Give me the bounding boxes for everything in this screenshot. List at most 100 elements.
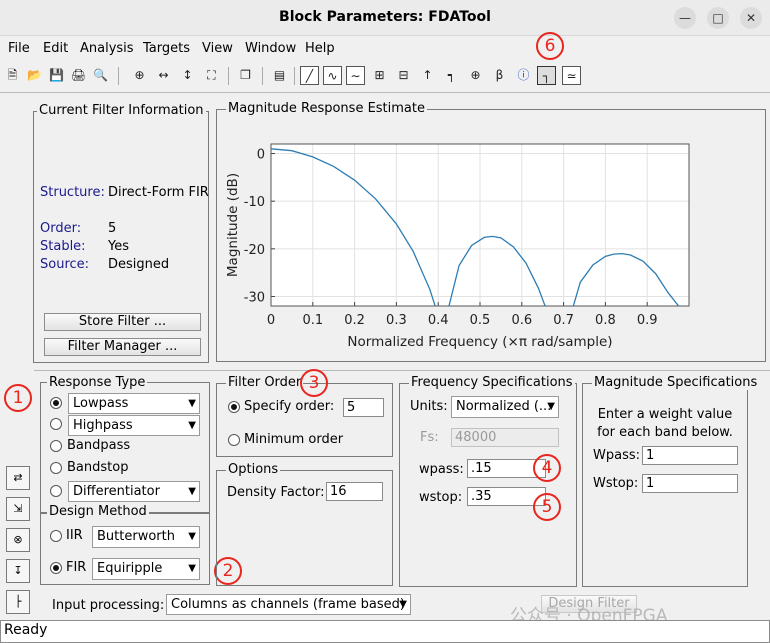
x-tick-label: 0.2 <box>344 313 365 328</box>
step-response-icon[interactable]: ┑ <box>442 66 461 85</box>
window-title: Block Parameters: FDATool <box>279 9 491 25</box>
pole-zero-editor-icon[interactable]: ⊗ <box>6 528 30 552</box>
menu-file[interactable]: File <box>8 41 30 56</box>
callout-6: 6 <box>536 32 564 60</box>
transform-filter-icon[interactable]: ⇄ <box>6 466 30 490</box>
input-processing-label: Input processing: <box>52 598 165 613</box>
x-tick-label: 0 <box>267 313 275 328</box>
realize-model-icon[interactable]: ≃ <box>562 66 581 85</box>
lowpass-select[interactable]: Lowpass ▼ <box>68 393 200 414</box>
units-label: Units: <box>410 399 448 414</box>
magnitude-response-icon[interactable]: ╱ <box>300 66 319 85</box>
bandstop-radio[interactable] <box>50 462 62 474</box>
filter-order-legend: Filter Order <box>226 375 304 390</box>
filter-manager-button[interactable]: Filter Manager ... <box>44 338 201 356</box>
options-legend: Options <box>226 462 281 477</box>
panel-divider <box>34 370 770 371</box>
y-tick-label: 0 <box>257 148 265 163</box>
source-value: Designed <box>108 257 170 272</box>
maximize-button[interactable]: □ <box>707 7 729 29</box>
zoom-x-icon[interactable]: ↔ <box>154 66 173 85</box>
highpass-select[interactable]: Highpass ▼ <box>68 415 200 436</box>
iir-radio[interactable] <box>50 530 62 542</box>
x-tick-label: 0.7 <box>553 313 574 328</box>
density-factor-input[interactable]: 16 <box>326 482 383 501</box>
toolbar-separator <box>294 67 295 85</box>
coefficients-icon[interactable]: β <box>490 66 509 85</box>
menu-targets[interactable]: Targets <box>143 41 190 56</box>
toolbar-separator <box>118 67 119 85</box>
print-icon[interactable]: 🖨 <box>69 66 88 85</box>
mag-wstop-input[interactable]: 1 <box>642 474 738 493</box>
stable-value: Yes <box>108 239 129 254</box>
response-type-legend: Response Type <box>47 375 148 390</box>
x-tick-label: 0.5 <box>470 313 491 328</box>
filter-specs-icon[interactable]: ▤ <box>270 66 289 85</box>
units-select[interactable]: Normalized (... ▼ <box>451 396 559 418</box>
full-view-icon[interactable]: ⛶ <box>202 66 221 85</box>
store-filter-button[interactable]: Store Filter ... <box>44 313 201 331</box>
close-button[interactable]: ✕ <box>740 7 762 29</box>
callout-1: 1 <box>4 384 32 412</box>
wpass-label: wpass: <box>419 462 464 477</box>
save-icon[interactable]: 💾 <box>47 66 66 85</box>
minimum-order-radio[interactable] <box>228 434 240 446</box>
menu-view[interactable]: View <box>202 41 233 56</box>
iir-label: IIR <box>66 528 83 543</box>
menu-edit[interactable]: Edit <box>43 41 68 56</box>
open-icon[interactable]: 📂 <box>25 66 44 85</box>
design-filter-mode-icon[interactable]: ┐ <box>537 66 556 85</box>
y-axis-label: Magnitude (dB) <box>225 173 241 277</box>
structure-value: Direct-Form FIR <box>108 185 209 200</box>
density-factor-label: Density Factor: <box>227 485 325 500</box>
specify-order-label: Specify order: <box>244 399 335 414</box>
stable-label: Stable: <box>40 239 86 254</box>
group-delay-icon[interactable]: ⊞ <box>370 66 389 85</box>
phase-delay-icon[interactable]: ⊟ <box>394 66 413 85</box>
create-multirate-icon[interactable]: ⇲ <box>6 497 30 521</box>
minimize-button[interactable]: — <box>674 7 696 29</box>
differentiator-radio[interactable] <box>50 485 62 497</box>
differentiator-select[interactable]: Differentiator ▼ <box>68 481 200 502</box>
new-icon[interactable]: 🗎 <box>3 66 22 85</box>
callout-3: 3 <box>300 369 328 397</box>
zoom-y-icon[interactable]: ↕ <box>178 66 197 85</box>
new-window-icon[interactable]: ❐ <box>236 66 255 85</box>
mag-phase-icon[interactable]: ∼ <box>346 66 365 85</box>
mag-wpass-input[interactable]: 1 <box>642 446 738 465</box>
y-tick-label: -10 <box>244 195 265 210</box>
lowpass-radio[interactable] <box>50 397 62 409</box>
fir-method-select[interactable]: Equiripple ▼ <box>92 558 200 580</box>
pole-zero-icon[interactable]: ⊕ <box>466 66 485 85</box>
bandpass-label: Bandpass <box>67 438 131 453</box>
print-preview-icon[interactable]: 🔍 <box>91 66 110 85</box>
info-icon[interactable]: ⓘ <box>514 66 533 85</box>
design-filter-icon[interactable]: ├ <box>6 590 30 614</box>
zoom-in-icon[interactable]: ⊕ <box>130 66 149 85</box>
specify-order-radio[interactable] <box>228 401 240 413</box>
phase-response-icon[interactable]: ∿ <box>323 66 342 85</box>
impulse-response-icon[interactable]: ↑ <box>418 66 437 85</box>
iir-method-select[interactable]: Butterworth ▼ <box>92 526 200 548</box>
mag-wpass-label: Wpass: <box>593 448 640 463</box>
fs-label: Fs: <box>420 430 439 445</box>
x-tick-label: 0.1 <box>302 313 323 328</box>
callout-5: 5 <box>533 493 561 521</box>
input-processing-select[interactable]: Columns as channels (frame based) ▼ <box>166 594 411 615</box>
highpass-radio[interactable] <box>50 418 62 430</box>
x-axis-label: Normalized Frequency (×π rad/sample) <box>347 334 612 350</box>
menu-help[interactable]: Help <box>305 41 335 56</box>
bandpass-radio[interactable] <box>50 440 62 452</box>
menu-analysis[interactable]: Analysis <box>80 41 134 56</box>
x-tick-label: 0.8 <box>595 313 616 328</box>
design-method-legend: Design Method <box>47 504 149 519</box>
magnitude-response-legend: Magnitude Response Estimate <box>226 101 427 116</box>
import-filter-icon[interactable]: ↧ <box>6 559 30 583</box>
specify-order-input[interactable]: 5 <box>343 398 384 417</box>
magnitude-response-chart: 0 0.1 0.2 0.3 0.4 0.5 0.6 0.7 0.8 0.9 0 -10 -20 -30 No… <box>225 143 690 350</box>
fir-radio[interactable] <box>50 562 62 574</box>
menu-window[interactable]: Window <box>245 41 296 56</box>
toolbar-divider <box>0 92 770 93</box>
x-tick-label: 0.4 <box>428 313 449 328</box>
y-tick-label: -20 <box>244 243 265 258</box>
